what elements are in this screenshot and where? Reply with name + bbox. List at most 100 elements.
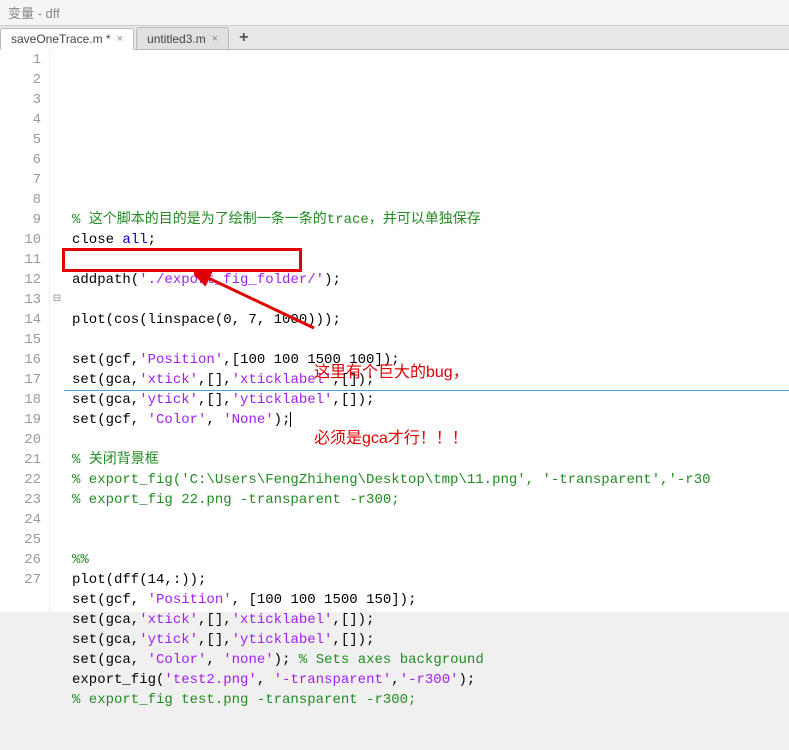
code-line[interactable]: export_fig('test2.png', '-transparent','…	[72, 670, 789, 690]
fold-spacer	[50, 250, 64, 270]
code-token: % export_fig 22.png -transparent -r300;	[72, 492, 400, 508]
code-token: 'none'	[223, 652, 273, 668]
code-line[interactable]	[72, 510, 789, 530]
code-token: % Sets axes background	[299, 652, 484, 668]
fold-spacer	[50, 190, 64, 210]
line-number-gutter: 1234567891011121314151617181920212223242…	[0, 50, 50, 612]
code-token: 'None'	[223, 412, 273, 428]
fold-toggle-icon[interactable]: ⊟	[50, 290, 64, 310]
code-line[interactable]	[72, 710, 789, 730]
line-number: 4	[0, 110, 41, 130]
code-line[interactable]: %%	[72, 550, 789, 570]
code-line[interactable]: set(gca, 'Color', 'none'); % Sets axes b…	[72, 650, 789, 670]
line-number: 16	[0, 350, 41, 370]
fold-spacer	[50, 510, 64, 530]
code-token: 'xticklabel'	[232, 612, 333, 628]
code-editor[interactable]: 1234567891011121314151617181920212223242…	[0, 50, 789, 612]
code-line[interactable]: % 关闭背景框	[72, 450, 789, 470]
code-line[interactable]: plot(dff(14,:));	[72, 570, 789, 590]
code-line[interactable]	[72, 530, 789, 550]
code-line[interactable]	[72, 430, 789, 450]
code-token: % export_fig test.png -transparent -r300…	[72, 692, 416, 708]
code-line[interactable]: % export_fig test.png -transparent -r300…	[72, 690, 789, 710]
fold-spacer	[50, 570, 64, 590]
line-number: 9	[0, 210, 41, 230]
code-line[interactable]: close all;	[72, 230, 789, 250]
code-line[interactable]: % export_fig('C:\Users\FengZhiheng\Deskt…	[72, 470, 789, 490]
close-icon[interactable]: ×	[117, 33, 123, 45]
code-token: set(gca,	[72, 392, 139, 408]
line-number: 8	[0, 190, 41, 210]
code-line[interactable]: set(gca,'ytick',[],'yticklabel',[]);	[72, 630, 789, 650]
code-token: plot(cos(linspace(0, 7, 1000)));	[72, 312, 341, 328]
code-token: 'xticklabel'	[232, 372, 333, 388]
code-token: % export_fig('C:\Users\FengZhiheng\Deskt…	[72, 472, 711, 488]
line-number: 23	[0, 490, 41, 510]
code-token: '-r300'	[400, 672, 459, 688]
line-number: 24	[0, 510, 41, 530]
code-line[interactable]	[72, 250, 789, 270]
code-token: 'xtick'	[139, 612, 198, 628]
code-token: './export_fig_folder/'	[139, 272, 324, 288]
fold-spacer	[50, 350, 64, 370]
code-token: 'ytick'	[139, 632, 198, 648]
code-line[interactable]: set(gcf, 'Color', 'None');	[72, 410, 789, 430]
fold-spacer	[50, 450, 64, 470]
line-number: 26	[0, 550, 41, 570]
line-number: 3	[0, 90, 41, 110]
fold-spacer	[50, 370, 64, 390]
tab-untitled3[interactable]: untitled3.m ×	[136, 27, 229, 49]
close-icon[interactable]: ×	[212, 33, 218, 45]
fold-column: ⊟	[50, 50, 64, 612]
code-token: % 这个脚本的目的是为了绘制一条一条的trace，并可以单独保存	[72, 212, 481, 228]
code-token: );	[324, 272, 341, 288]
line-number: 12	[0, 270, 41, 290]
code-token: plot(dff(14,:));	[72, 572, 206, 588]
line-number: 21	[0, 450, 41, 470]
code-token: all	[122, 232, 147, 248]
code-token: export_fig(	[72, 672, 164, 688]
code-line[interactable]: set(gcf,'Position',[100 100 1500 100]);	[72, 350, 789, 370]
code-line[interactable]: addpath('./export_fig_folder/');	[72, 270, 789, 290]
code-line[interactable]	[72, 330, 789, 350]
code-line[interactable]: plot(cos(linspace(0, 7, 1000)));	[72, 310, 789, 330]
code-token: );	[459, 672, 476, 688]
code-line[interactable]: set(gca,'ytick',[],'yticklabel',[]);	[72, 390, 789, 410]
code-token: set(gcf,	[72, 352, 139, 368]
fold-spacer	[50, 50, 64, 70]
code-line[interactable]: set(gca,'xtick',[],'xticklabel',[]);	[72, 610, 789, 630]
tab-saveonetrace[interactable]: saveOneTrace.m * ×	[0, 28, 134, 50]
fold-spacer	[50, 230, 64, 250]
code-line[interactable]: set(gca,'xtick',[],'xticklabel',[]);	[72, 370, 789, 390]
code-line[interactable]	[72, 290, 789, 310]
code-token: 'ytick'	[139, 392, 198, 408]
code-token: 'yticklabel'	[232, 632, 333, 648]
line-number: 19	[0, 410, 41, 430]
line-number: 15	[0, 330, 41, 350]
code-token: set(gcf,	[72, 412, 148, 428]
code-token: 'test2.png'	[164, 672, 256, 688]
line-number: 10	[0, 230, 41, 250]
code-area[interactable]: 这里有个巨大的bug， 必须是gca才行！！！ % 这个脚本的目的是为了绘制一条…	[64, 50, 789, 612]
fold-spacer	[50, 390, 64, 410]
code-line[interactable]: % export_fig 22.png -transparent -r300;	[72, 490, 789, 510]
code-line[interactable]	[72, 730, 789, 750]
fold-spacer	[50, 110, 64, 130]
fold-spacer	[50, 210, 64, 230]
fold-spacer	[50, 310, 64, 330]
line-number: 22	[0, 470, 41, 490]
code-token: );	[274, 412, 291, 428]
code-token: ,[]);	[332, 372, 374, 388]
line-number: 5	[0, 130, 41, 150]
fold-spacer	[50, 90, 64, 110]
fold-spacer	[50, 470, 64, 490]
code-line[interactable]: set(gcf, 'Position', [100 100 1500 150])…	[72, 590, 789, 610]
line-number: 11	[0, 250, 41, 270]
line-number: 27	[0, 570, 41, 590]
code-token: ,[],	[198, 372, 232, 388]
code-token: ,[],	[198, 612, 232, 628]
code-token: ,	[206, 652, 223, 668]
add-tab-button[interactable]: +	[231, 27, 256, 49]
code-token: ,	[391, 672, 399, 688]
code-line[interactable]: % 这个脚本的目的是为了绘制一条一条的trace，并可以单独保存	[72, 210, 789, 230]
